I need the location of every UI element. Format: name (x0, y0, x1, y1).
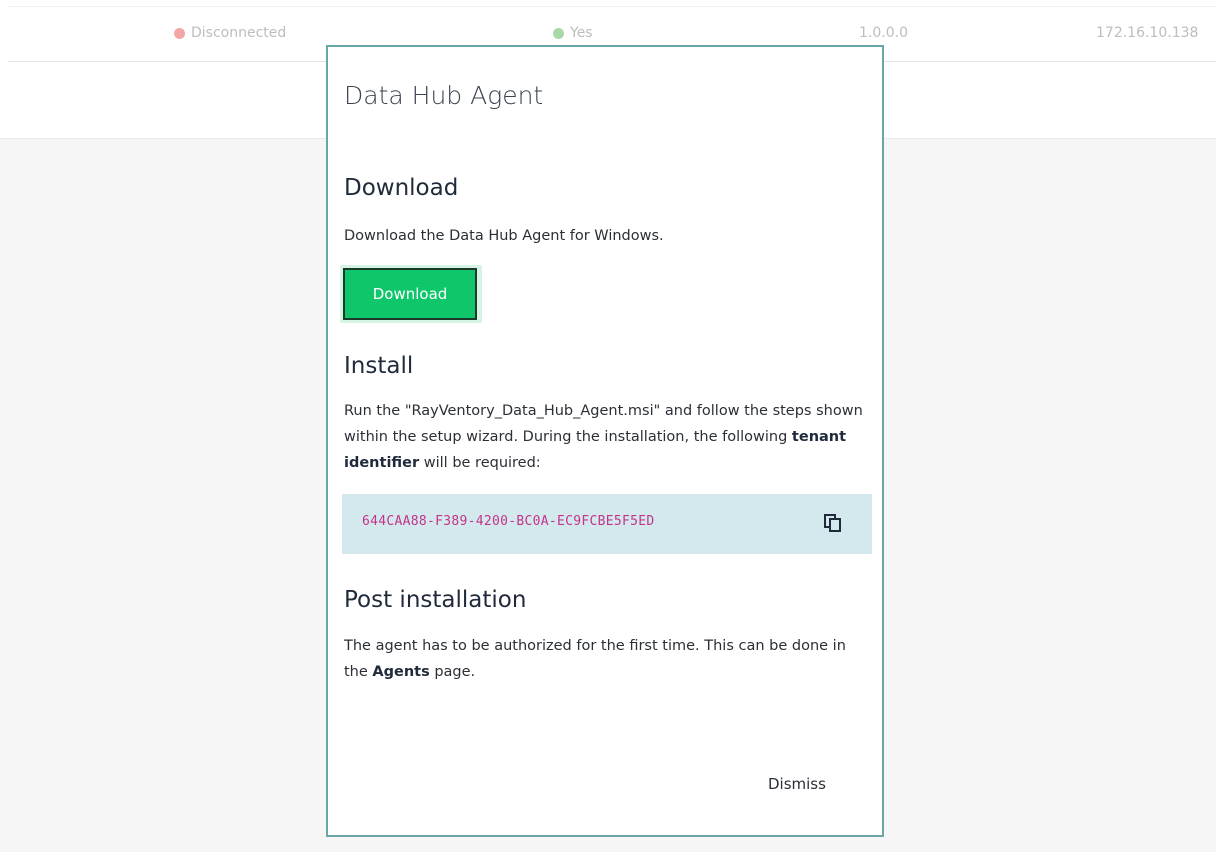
download-button-focus-ring: Download (340, 265, 482, 323)
post-installation-heading: Post installation (344, 587, 527, 613)
agents-page-bold: Agents (372, 664, 430, 680)
install-text-before: Run the "RayVentory_Data_Hub_Agent.msi" … (344, 403, 863, 445)
copy-icon[interactable] (822, 512, 844, 534)
enabled-cell: Yes (553, 25, 593, 41)
post-installation-description: The agent has to be authorized for the f… (344, 633, 874, 685)
dialog-title: Data Hub Agent (344, 81, 544, 110)
enabled-label: Yes (570, 25, 593, 41)
install-text-after: will be required: (419, 455, 541, 471)
page: Disconnected Yes 1.0.0.0 172.16.10.138 D… (0, 0, 1216, 852)
enabled-dot-icon (553, 27, 564, 39)
tenant-id-code[interactable]: 644CAA88-F389-4200-BC0A-EC9FCBE5F5ED (362, 514, 655, 529)
download-description: Download the Data Hub Agent for Windows. (344, 228, 664, 244)
post-text-after: page. (429, 664, 476, 680)
status-dot-icon (174, 27, 185, 39)
tenant-id-box: 644CAA88-F389-4200-BC0A-EC9FCBE5F5ED (342, 494, 872, 554)
ip-cell: 172.16.10.138 (1096, 25, 1198, 41)
install-heading: Install (344, 353, 414, 379)
ip-label: 172.16.10.138 (1096, 25, 1199, 41)
dismiss-button[interactable]: Dismiss (768, 775, 826, 793)
status-cell: Disconnected (174, 25, 286, 41)
version-cell: 1.0.0.0 (859, 25, 908, 41)
data-hub-agent-dialog: Data Hub Agent Download Download the Dat… (326, 45, 884, 837)
install-description: Run the "RayVentory_Data_Hub_Agent.msi" … (344, 398, 874, 476)
download-button[interactable]: Download (343, 268, 477, 320)
status-label: Disconnected (191, 25, 287, 41)
version-label: 1.0.0.0 (859, 25, 908, 41)
download-heading: Download (344, 175, 459, 201)
